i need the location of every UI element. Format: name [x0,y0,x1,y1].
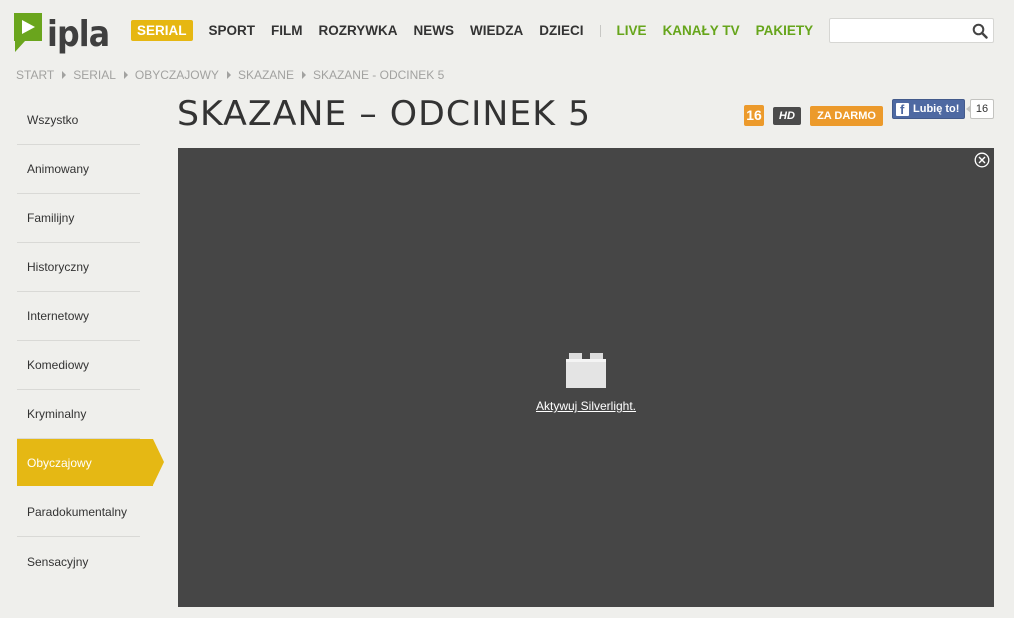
nav-sport[interactable]: SPORT [209,20,256,41]
ipla-logo[interactable]: ipla [13,11,118,53]
breadcrumb-arrow-icon [301,71,306,79]
sidebar-item-kryminalny[interactable]: Kryminalny [17,390,140,439]
breadcrumb-skazane[interactable]: SKAZANE [238,68,294,82]
nav-wiedza[interactable]: WIEDZA [470,20,523,41]
breadcrumb-arrow-icon [62,71,67,79]
sidebar-item-paradokumentalny[interactable]: Paradokumentalny [17,488,140,537]
facebook-icon: f [896,102,909,117]
sidebar-item-historyczny[interactable]: Historyczny [17,243,140,292]
sidebar-item-wszystko[interactable]: Wszystko [17,96,140,145]
activate-silverlight-link[interactable]: Aktywuj Silverlight. [178,399,994,413]
play-logo-icon [14,13,42,52]
sidebar-item-internetowy[interactable]: Internetowy [17,292,140,341]
search-icon[interactable] [972,23,988,39]
page-title: SKAZANE – ODCINEK 5 [177,94,592,134]
facebook-like-count: 16 [966,99,994,119]
sidebar-item-obyczajowy[interactable]: Obyczajowy [17,439,164,486]
breadcrumb-serial[interactable]: SERIAL [73,68,116,82]
sidebar-item-komediowy[interactable]: Komediowy [17,341,140,390]
nav-kanaly-tv[interactable]: KANAŁY TV [663,20,740,41]
search-input[interactable] [834,21,964,40]
sidebar-item-animowany[interactable]: Animowany [17,145,140,194]
nav-live[interactable]: LIVE [617,20,647,41]
search-box [829,18,994,43]
age-rating-badge: 16 [744,105,764,126]
video-player[interactable]: Aktywuj Silverlight. [178,148,994,607]
breadcrumb-current: SKAZANE - ODCINEK 5 [312,68,445,82]
nav-news[interactable]: NEWS [414,20,455,41]
breadcrumb-start[interactable]: START [16,68,54,82]
breadcrumb-obyczajowy[interactable]: OBYCZAJOWY [135,68,219,82]
free-badge: ZA DARMO [810,106,883,126]
breadcrumb: START SERIAL OBYCZAJOWY SKAZANE SKAZANE … [16,68,444,82]
close-icon[interactable] [974,152,990,168]
main-nav: SERIAL SPORT FILM ROZRYWKA NEWS WIEDZA D… [131,20,829,41]
facebook-like-button[interactable]: f Lubię to! [892,99,966,119]
nav-film[interactable]: FILM [271,20,303,41]
facebook-like-label: Lubię to! [913,103,960,115]
hd-badge: HD [773,107,801,125]
genre-sidebar: Wszystko Animowany Familijny Historyczny… [17,96,167,586]
nav-pakiety[interactable]: PAKIETY [756,20,814,41]
breadcrumb-arrow-icon [226,71,231,79]
breadcrumb-arrow-icon [123,71,128,79]
nav-serial[interactable]: SERIAL [131,20,193,41]
plugin-icon [566,353,606,388]
nav-rozrywka[interactable]: ROZRYWKA [319,20,398,41]
sidebar-item-familijny[interactable]: Familijny [17,194,140,243]
logo-text: ipla [47,14,110,55]
nav-dzieci[interactable]: DZIECI [539,20,583,41]
sidebar-item-sensacyjny[interactable]: Sensacyjny [17,537,140,586]
nav-divider [599,24,601,37]
